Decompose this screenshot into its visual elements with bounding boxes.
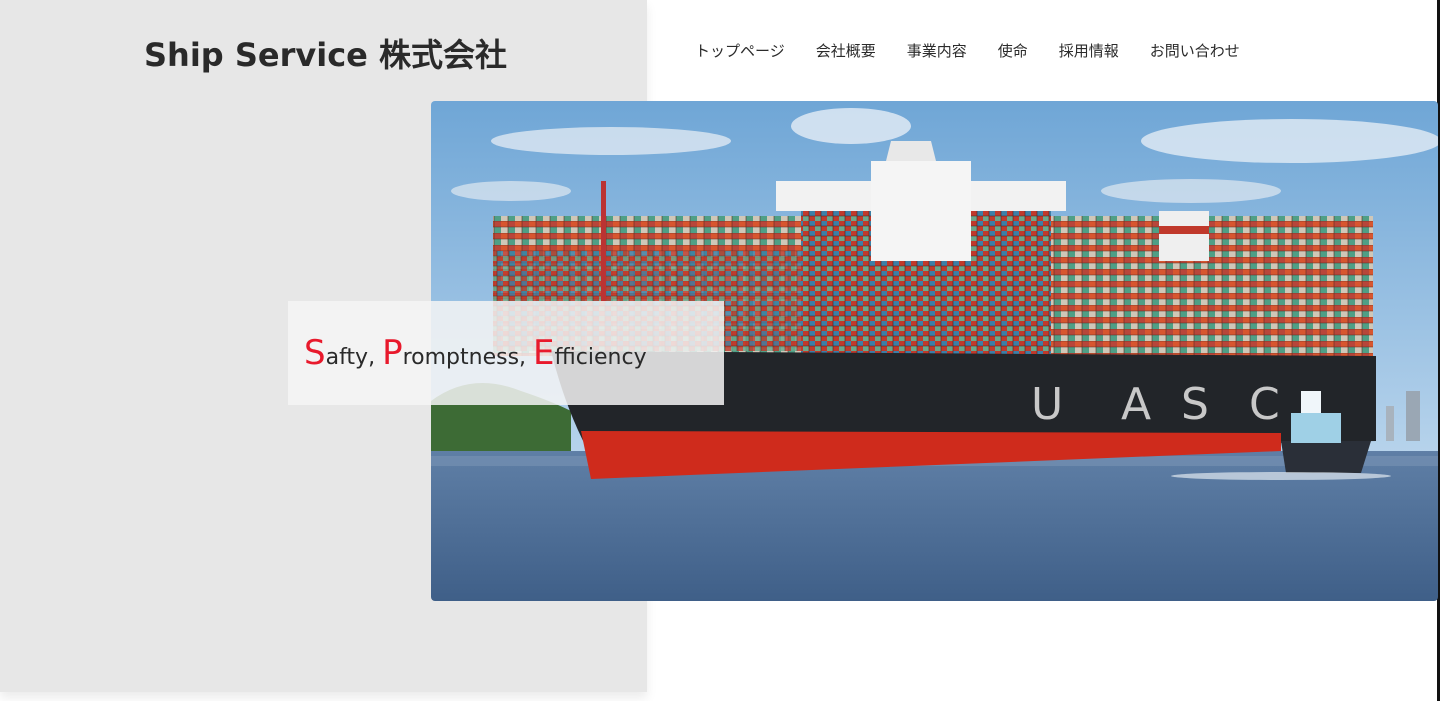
nav-item-business[interactable]: 事業内容: [907, 40, 967, 62]
hull-letter: U: [1031, 379, 1063, 430]
tagline-initial: P: [382, 333, 403, 373]
hull-letter: S: [1181, 379, 1209, 430]
tagline-word: romptness,: [402, 345, 534, 370]
nav-item-contact[interactable]: お問い合わせ: [1150, 40, 1240, 62]
tagline-text: Safty, Promptness, Efficiency: [304, 333, 647, 373]
tagline-box: Safty, Promptness, Efficiency: [288, 301, 724, 405]
site-logo[interactable]: Ship Service 株式会社: [144, 30, 507, 76]
nav-item-company[interactable]: 会社概要: [816, 40, 876, 62]
main-nav: トップページ 会社概要 事業内容 使命 採用情報 お問い合わせ: [695, 40, 1240, 62]
tagline-initial: S: [304, 333, 326, 373]
nav-item-recruit[interactable]: 採用情報: [1059, 40, 1119, 62]
hull-letter: A: [1121, 379, 1151, 430]
nav-item-top[interactable]: トップページ: [695, 40, 785, 62]
tagline-initial: E: [533, 333, 555, 373]
tagline-word: fficiency: [554, 345, 647, 370]
hull-letter: C: [1249, 379, 1280, 430]
tagline-word: afty,: [325, 345, 383, 370]
nav-item-mission[interactable]: 使命: [998, 40, 1028, 62]
